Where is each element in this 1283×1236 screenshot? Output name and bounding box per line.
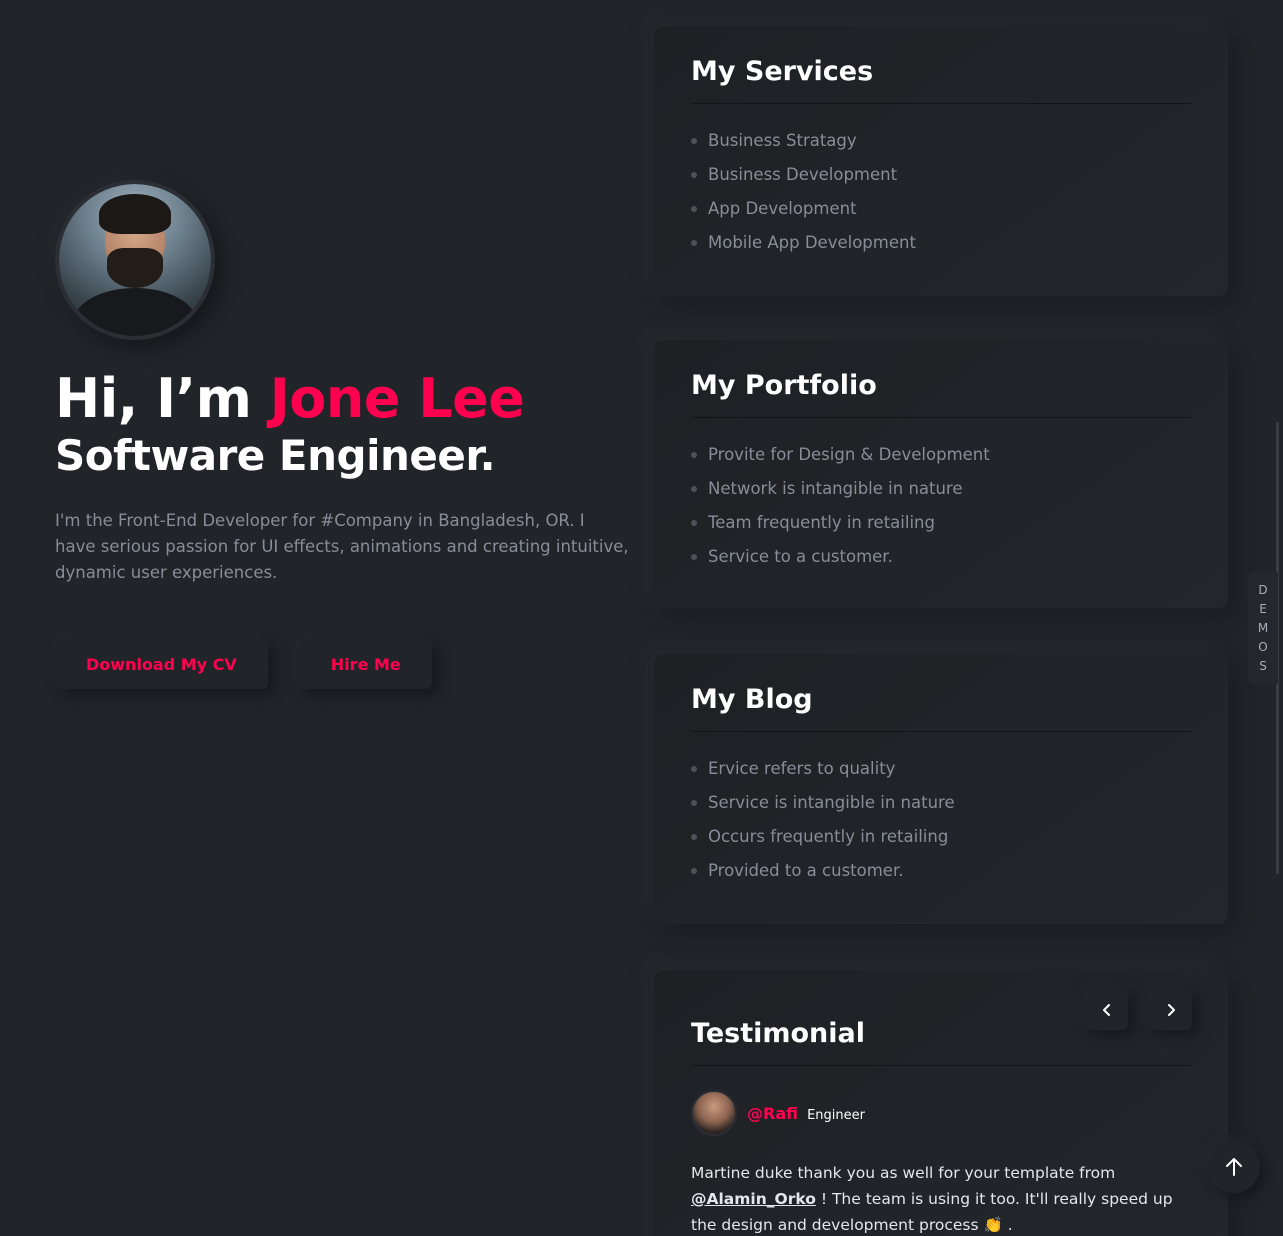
chevron-right-icon (1168, 1004, 1175, 1016)
list-item: Provite for Design & Development (691, 438, 1191, 472)
list-item: Ervice refers to quality (691, 752, 1191, 786)
testimonial-avatar (691, 1090, 737, 1136)
hero-greeting: Hi, I’m (55, 367, 270, 430)
bullet-icon (691, 172, 697, 178)
blog-title: My Blog (691, 684, 1191, 732)
list-item: Occurs frequently in retailing (691, 820, 1191, 854)
profile-avatar (55, 180, 215, 340)
list-item: Service is intangible in nature (691, 786, 1191, 820)
testimonial-next-button[interactable] (1150, 990, 1192, 1030)
list-item: App Development (691, 192, 1191, 226)
list-item: Mobile App Development (691, 226, 1191, 260)
bullet-icon (691, 834, 697, 840)
bullet-icon (691, 554, 697, 560)
portfolio-card: My Portfolio Provite for Design & Develo… (654, 340, 1228, 608)
list-item: Network is intangible in nature (691, 472, 1191, 506)
download-cv-button[interactable]: Download My CV (55, 640, 268, 689)
services-card: My Services Business Stratagy Business D… (654, 26, 1228, 296)
chevron-left-icon (1103, 1004, 1110, 1016)
portfolio-title: My Portfolio (691, 370, 1191, 418)
bullet-icon (691, 486, 697, 492)
list-item: Service to a customer. (691, 540, 1191, 574)
hero-section: Hi, I’m Jone Lee Software Engineer. I'm … (55, 180, 635, 689)
bullet-icon (691, 520, 697, 526)
testimonial-nav (1086, 990, 1192, 1030)
testimonial-author-role: Engineer (807, 1107, 865, 1123)
testimonial-author-handle[interactable]: @Rafi (747, 1104, 798, 1123)
bullet-icon (691, 452, 697, 458)
list-item: Team frequently in retailing (691, 506, 1191, 540)
hero-description: I'm the Front-End Developer for #Company… (55, 511, 629, 582)
services-title: My Services (691, 56, 1191, 104)
bullet-icon (691, 138, 697, 144)
demos-tab[interactable]: D E M O S (1248, 572, 1278, 684)
testimonial-text: Martine duke thank you as well for your … (691, 1164, 1173, 1234)
testimonial-prev-button[interactable] (1086, 990, 1128, 1030)
bullet-icon (691, 800, 697, 806)
hero-name: Jone Lee (269, 367, 525, 430)
list-item: Provided to a customer. (691, 854, 1191, 888)
services-list: Business Stratagy Business Development A… (691, 124, 1191, 260)
portfolio-list: Provite for Design & Development Network… (691, 438, 1191, 574)
back-to-top-button[interactable] (1208, 1141, 1260, 1193)
list-item: Business Development (691, 158, 1191, 192)
arrow-up-icon (1226, 1158, 1242, 1176)
bullet-icon (691, 868, 697, 874)
hire-me-button[interactable]: Hire Me (299, 640, 432, 689)
bullet-icon (691, 206, 697, 212)
list-item: Business Stratagy (691, 124, 1191, 158)
bullet-icon (691, 766, 697, 772)
hero-buttons: Download My CV Hire Me (55, 640, 635, 689)
hero-title: Hi, I’m Jone Lee (55, 368, 635, 430)
hero-role: Software Engineer. (55, 431, 496, 480)
testimonial-card: Testimonial @Rafi Engineer Martine duke … (654, 970, 1228, 1236)
bullet-icon (691, 240, 697, 246)
blog-card: My Blog Ervice refers to quality Service… (654, 654, 1228, 924)
testimonial-mention-link[interactable]: @Alamin_Orko (691, 1190, 816, 1208)
blog-list: Ervice refers to quality Service is inta… (691, 752, 1191, 888)
testimonial-author: @Rafi Engineer (691, 1090, 1191, 1136)
profile-photo (59, 184, 211, 336)
